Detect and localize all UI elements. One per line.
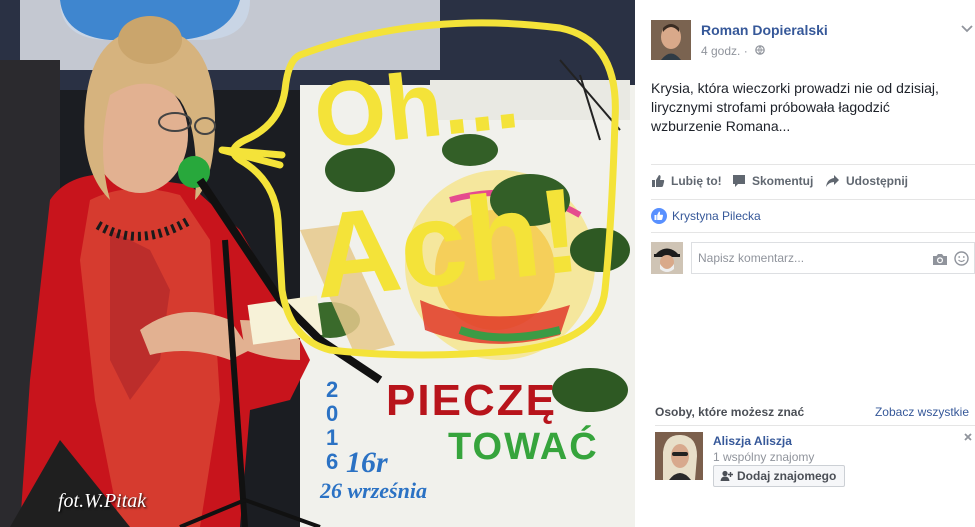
suggestion-name[interactable]: Aliszja Aliszja (713, 434, 792, 448)
suggestion-avatar-image (655, 432, 703, 480)
chevron-down-icon[interactable] (961, 24, 973, 34)
divider (651, 232, 975, 233)
svg-text:Oh...: Oh... (309, 45, 523, 168)
comment-box[interactable] (691, 242, 975, 274)
share-button[interactable]: Udostępnij (825, 174, 908, 188)
viewer-avatar-image (651, 242, 683, 274)
suggestion-avatar[interactable] (655, 432, 703, 480)
comment-bubble-icon (733, 175, 745, 187)
photo-credit: fot.W.Pitak (58, 490, 147, 512)
post-photo[interactable]: Oh... Ach! 2016 16r PIECZĘ TOWAĆ 26 wrze… (0, 0, 635, 527)
post-caption: Krysia, która wieczorki prowadzi nie od … (651, 80, 939, 134)
poster-word-2: TOWAĆ (448, 426, 599, 468)
avatar-image (651, 20, 691, 60)
post-panel: Roman Dopieralski 4 godz. · Krysia, któr… (635, 0, 975, 527)
comment-label: Skomentuj (752, 174, 814, 188)
like-circle-icon (651, 208, 667, 224)
close-icon[interactable] (963, 432, 973, 442)
add-friend-label: Dodaj znajomego (737, 469, 837, 483)
smiley-icon[interactable] (954, 251, 969, 266)
poster-date: 26 września (320, 478, 427, 503)
camera-icon[interactable] (932, 252, 948, 266)
globe-icon (755, 45, 765, 55)
divider (655, 425, 975, 426)
share-label: Udostępnij (846, 174, 908, 188)
add-friend-icon (720, 470, 733, 481)
divider (651, 199, 975, 200)
thumbs-up-icon (652, 175, 665, 187)
comment-button[interactable]: Skomentuj (732, 174, 813, 188)
suggestions-title: Osoby, które możesz znać (655, 405, 805, 419)
comment-input[interactable] (696, 250, 924, 266)
like-label: Lubię to! (671, 174, 722, 188)
share-arrow-icon (826, 175, 839, 187)
post-timestamp[interactable]: 4 godz. · (701, 44, 748, 58)
liked-by-name[interactable]: Krystyna Pilecka (672, 209, 761, 223)
like-button[interactable]: Lubię to! (651, 174, 722, 188)
mutual-friends[interactable]: 1 wspólny znajomy (713, 450, 814, 464)
see-all-link[interactable]: Zobacz wszystkie (875, 405, 969, 419)
author-avatar[interactable] (651, 20, 691, 60)
svg-text:Ach!: Ach! (307, 163, 586, 324)
poster-year-suffix: 16r (346, 446, 388, 479)
poster-word-1: PIECZĘ (386, 376, 557, 425)
viewer-avatar (651, 242, 683, 274)
likes-summary[interactable]: Krystyna Pilecka (651, 208, 761, 224)
divider (651, 164, 975, 165)
add-friend-button[interactable]: Dodaj znajomego (713, 465, 846, 487)
author-name[interactable]: Roman Dopieralski (701, 22, 828, 38)
